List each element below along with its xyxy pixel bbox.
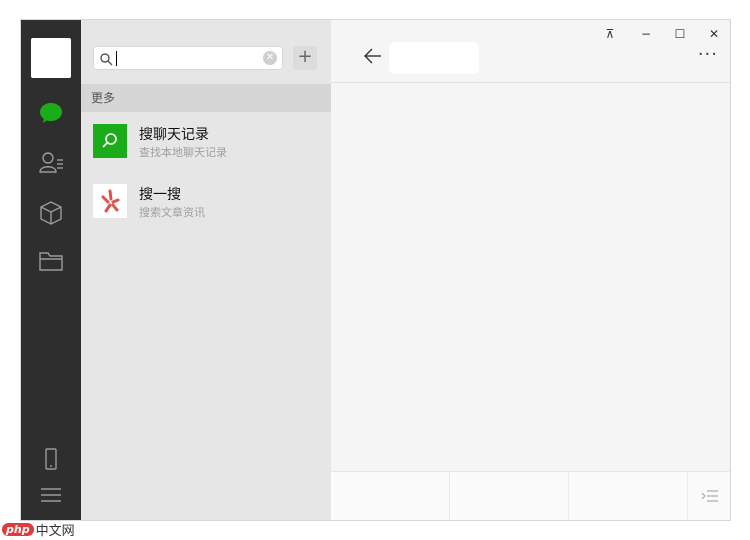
sousou-icon — [93, 184, 127, 218]
more-options-icon[interactable]: ··· — [698, 46, 718, 64]
bottom-menu-item[interactable] — [569, 472, 688, 520]
list-item-search-chat-history[interactable]: 搜聊天记录 查找本地聊天记录 — [81, 112, 331, 172]
search-input[interactable] — [118, 49, 262, 69]
chat-icon[interactable] — [38, 100, 64, 126]
keyboard-switch-icon[interactable] — [688, 472, 730, 520]
bottom-menu-bar — [331, 471, 730, 520]
bottom-menu-item[interactable] — [331, 472, 450, 520]
list-item-sousou[interactable]: 搜一搜 搜索文章资讯 — [81, 172, 331, 232]
search-box[interactable]: ✕ — [93, 46, 283, 70]
search-icon — [99, 51, 113, 70]
clear-search-icon[interactable]: ✕ — [263, 51, 277, 65]
search-panel: ✕ + 更多 搜聊天记录 查找本地聊天记录 搜一搜 搜索文章资讯 — [81, 20, 331, 520]
left-nav — [21, 20, 81, 520]
chat-header: ··· ⊼ − ☐ ✕ — [331, 20, 730, 83]
search-chat-icon — [93, 124, 127, 158]
add-button[interactable]: + — [293, 46, 317, 70]
menu-icon[interactable] — [41, 486, 61, 508]
item-subtitle: 查找本地聊天记录 — [139, 146, 227, 159]
item-title: 搜聊天记录 — [139, 127, 209, 143]
maximize-button[interactable]: ☐ — [667, 26, 693, 42]
pin-icon[interactable]: ⊼ — [597, 26, 623, 42]
site-watermark: php 中文网 — [2, 519, 75, 539]
watermark-brand: php — [2, 522, 34, 536]
watermark-text: 中文网 — [35, 523, 75, 539]
avatar[interactable] — [31, 38, 71, 78]
favorites-cube-icon[interactable] — [38, 200, 64, 226]
close-button[interactable]: ✕ — [701, 26, 727, 42]
item-subtitle: 搜索文章资讯 — [139, 206, 205, 219]
phone-icon[interactable] — [41, 448, 61, 474]
item-title: 搜一搜 — [139, 187, 181, 203]
contacts-icon[interactable] — [38, 150, 64, 176]
folder-icon[interactable] — [38, 248, 64, 274]
back-arrow-icon[interactable] — [363, 48, 383, 68]
minimize-button[interactable]: − — [633, 26, 659, 42]
section-header-more: 更多 — [81, 84, 331, 112]
chat-panel: ··· ⊼ − ☐ ✕ — [331, 20, 730, 520]
text-caret — [116, 51, 117, 66]
chat-title-redacted — [389, 42, 479, 74]
bottom-menu-item[interactable] — [450, 472, 569, 520]
wechat-window: ✕ + 更多 搜聊天记录 查找本地聊天记录 搜一搜 搜索文章资讯 ··· ⊼ −… — [20, 19, 731, 521]
